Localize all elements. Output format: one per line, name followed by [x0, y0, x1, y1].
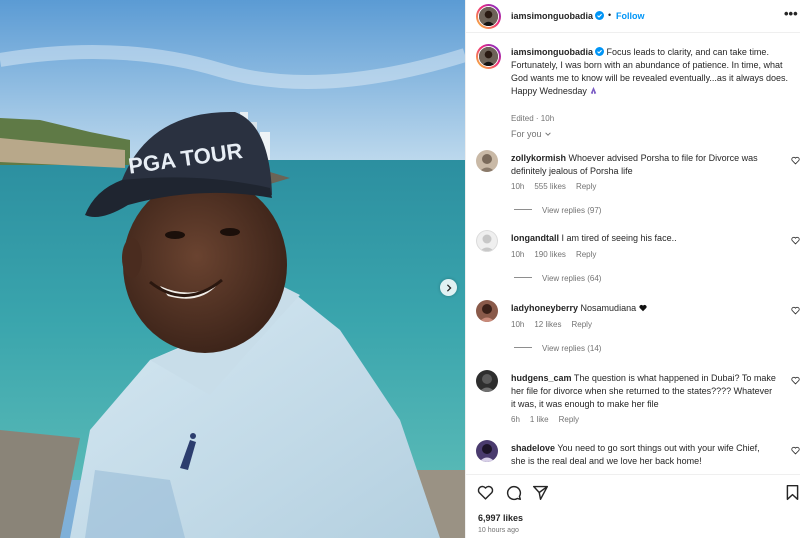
view-replies-button[interactable]: View replies (64): [514, 274, 601, 283]
comment-time: 6h: [511, 415, 520, 424]
verified-badge-icon: [595, 47, 605, 56]
commenter-avatar[interactable]: [476, 300, 498, 322]
comment-sort-label: For you: [511, 129, 542, 139]
commenter-avatar[interactable]: [476, 150, 498, 172]
commenter-username[interactable]: shadelove: [511, 443, 555, 453]
commenter-avatar[interactable]: [476, 440, 498, 462]
separator-dot: •: [608, 10, 612, 20]
author-username[interactable]: iamsimonguobadia: [511, 11, 605, 21]
commenter-username[interactable]: ladyhoneyberry: [511, 303, 578, 313]
comment-icon[interactable]: [505, 484, 522, 501]
heart-icon[interactable]: [791, 306, 800, 315]
heart-icon[interactable]: [477, 484, 494, 501]
comment-sort-dropdown[interactable]: For you: [511, 129, 552, 139]
post-action-bar: 6,997 likes 10 hours ago: [466, 474, 800, 538]
author-avatar[interactable]: [476, 4, 501, 29]
comment-meta: 10h 12 likes Reply: [511, 320, 602, 329]
bookmark-icon[interactable]: [784, 484, 800, 501]
heart-icon[interactable]: [791, 236, 800, 245]
selfie-photo: PGA TOUR: [0, 0, 465, 538]
commenter-username[interactable]: longandtall: [511, 233, 559, 243]
caption-username[interactable]: iamsimonguobadia: [511, 47, 593, 57]
praying-hands-emoji: [591, 86, 597, 95]
caption-meta: Edited · 10h: [511, 114, 555, 123]
caption-text: iamsimonguobadia Focus leads to clarity,…: [511, 46, 800, 98]
reply-button[interactable]: Reply: [571, 320, 591, 329]
chevron-right-icon: [446, 283, 452, 292]
comment-text: shadelove You need to go sort things out…: [511, 443, 760, 466]
view-replies-button[interactable]: View replies (14): [514, 344, 601, 353]
commenter-avatar[interactable]: [476, 370, 498, 392]
reply-button[interactable]: Reply: [576, 250, 596, 259]
verified-badge-icon: [595, 11, 605, 20]
comment-meta: 10h 190 likes Reply: [511, 250, 606, 259]
next-photo-button[interactable]: [440, 279, 457, 296]
heart-icon[interactable]: [791, 446, 800, 455]
view-replies-button[interactable]: View replies (97): [514, 206, 601, 215]
caption-author-avatar[interactable]: [476, 44, 501, 69]
comment-text: ladyhoneyberry Nosamudiana: [511, 302, 776, 315]
comment-time: 10h: [511, 250, 525, 259]
commenter-username[interactable]: hudgens_cam: [511, 373, 572, 383]
heart-icon[interactable]: [791, 156, 800, 165]
more-options-icon[interactable]: •••: [784, 6, 798, 21]
black-heart-emoji: [639, 304, 647, 312]
comment-likes[interactable]: 190 likes: [534, 250, 566, 259]
reply-button[interactable]: Reply: [576, 182, 596, 191]
post-header: iamsimonguobadia • Follow •••: [466, 0, 800, 33]
send-icon[interactable]: [532, 484, 549, 501]
comment-likes[interactable]: 1 like: [530, 415, 549, 424]
comment-likes[interactable]: 555 likes: [534, 182, 566, 191]
comment-meta: 6h 1 like Reply: [511, 415, 589, 424]
comment-text: zollykormish Whoever advised Porsha to f…: [511, 153, 758, 176]
heart-icon[interactable]: [791, 376, 800, 385]
commenter-username[interactable]: zollykormish: [511, 153, 566, 163]
comment-meta: 10h 555 likes Reply: [511, 182, 606, 191]
post-photo[interactable]: PGA TOUR: [0, 0, 465, 538]
commenter-avatar[interactable]: [476, 230, 498, 252]
post-timestamp: 10 hours ago: [478, 527, 519, 534]
likes-count[interactable]: 6,997 likes: [478, 513, 523, 523]
comments-scroll-area[interactable]: iamsimonguobadia Focus leads to clarity,…: [466, 34, 800, 474]
comment-likes[interactable]: 12 likes: [534, 320, 561, 329]
chevron-down-icon: [544, 132, 551, 136]
reply-button[interactable]: Reply: [559, 415, 579, 424]
comment-text: longandtall I am tired of seeing his fac…: [511, 233, 677, 243]
comment-text: hudgens_cam The question is what happene…: [511, 373, 776, 409]
follow-button[interactable]: Follow: [616, 11, 645, 21]
comment-time: 10h: [511, 320, 525, 329]
post-side-panel: iamsimonguobadia • Follow ••• iamsimongu…: [465, 0, 800, 538]
comment-time: 10h: [511, 182, 525, 191]
